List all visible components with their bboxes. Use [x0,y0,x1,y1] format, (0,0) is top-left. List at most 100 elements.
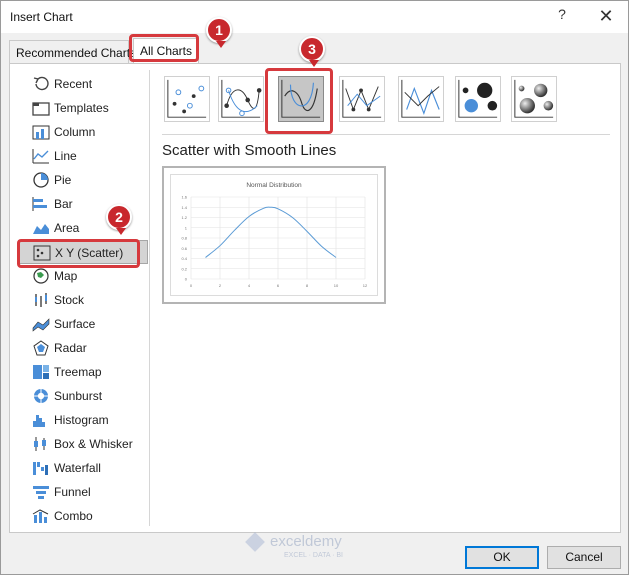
annotation-box-1 [129,34,199,62]
sidebar-item-label: Map [54,269,78,283]
funnel-chart-icon [32,484,50,500]
area-chart-icon [32,220,50,236]
chart-preview-inner: Normal Distribution 0 0.2 0.4 0.6 0.8 1 1.2 1.4 1… [170,174,378,296]
chart-type-sidebar: Recent Templates Column Line Pie Bar Area X Y (… [18,72,148,528]
sidebar-item-waterfall[interactable]: Waterfall [18,456,148,480]
stock-chart-icon [32,292,50,308]
sidebar-item-histogram[interactable]: Histogram [18,408,148,432]
subtype-button-scatter-straight-lines-markers[interactable] [339,76,385,122]
preview-x-tick-label: 10 [334,283,339,288]
subtype-button-bubble-3d[interactable] [511,76,557,122]
subtype-button-scatter-smooth-lines-markers[interactable] [218,76,264,122]
sidebar-item-label: Recent [54,77,93,91]
preview-y-tick-label: 0.8 [181,236,187,241]
preview-x-tick-label: 2 [219,283,222,288]
histogram-chart-icon [32,412,50,428]
preview-chart-title: Normal Distribution [246,182,302,189]
annotation-box-2 [17,239,140,268]
preview-series-line [205,206,337,258]
close-button[interactable]: ✕ [595,5,617,27]
line-chart-icon [32,148,50,164]
sidebar-item-column[interactable]: Column [18,120,148,144]
sidebar-item-funnel[interactable]: Funnel [18,480,148,504]
chart-gallery: Scatter with Smooth Lines Normal Distrib… [150,64,620,534]
bubble-icon [458,79,498,118]
subtype-button-bubble[interactable] [455,76,501,122]
sunburst-chart-icon [32,388,50,404]
bar-chart-icon [32,196,50,212]
sidebar-item-line[interactable]: Line [18,144,148,168]
templates-icon [32,100,50,116]
map-chart-icon [32,268,50,284]
sidebar-item-label: Stock [54,293,85,307]
preview-x-tick-label: 8 [306,283,309,288]
preview-y-tick-label: 0.2 [181,266,187,271]
annotation-box-3 [265,68,333,134]
surface-chart-icon [32,316,50,332]
sidebar-item-recent[interactable]: Recent [18,72,148,96]
preview-y-tick-label: 1.2 [181,215,187,220]
insert-chart-dialog: Insert Chart ? ✕ Recommended Charts All … [0,0,629,575]
annotation-badge-3: 3 [299,36,325,67]
scatter-markers-icon [167,79,207,118]
window-title: Insert Chart [10,10,73,24]
annotation-badge-2: 2 [106,204,132,235]
sidebar-item-label: Histogram [54,413,109,427]
preview-y-tick-label: 1.4 [181,205,187,210]
preview-y-tick-label: 0.4 [181,256,187,261]
scatter-straight-lines-markers-icon [342,79,382,118]
sidebar-item-label: Column [54,125,96,139]
waterfall-chart-icon [32,460,50,476]
column-chart-icon [32,124,50,140]
sidebar-item-label: Templates [54,101,109,115]
help-button[interactable]: ? [553,6,571,26]
preview-y-tick-label: 1 [185,225,188,230]
sidebar-item-pie[interactable]: Pie [18,168,148,192]
sidebar-item-label: Bar [54,197,73,211]
sidebar-item-sunburst[interactable]: Sunburst [18,384,148,408]
sidebar-item-radar[interactable]: Radar [18,336,148,360]
sidebar-item-label: Area [54,221,80,235]
recent-icon [32,76,50,92]
sidebar-item-stock[interactable]: Stock [18,288,148,312]
sidebar-item-label: Line [54,149,77,163]
sidebar-item-treemap[interactable]: Treemap [18,360,148,384]
sidebar-item-label: Funnel [54,485,91,499]
preview-chart: Normal Distribution 0 0.2 0.4 0.6 0.8 1 1.2 1.4 1… [181,182,368,288]
ok-button[interactable]: OK [465,546,539,569]
preview-x-tick-label: 12 [363,283,368,288]
sidebar-item-label: Combo [54,509,93,523]
annotation-badge-1: 1 [206,17,232,48]
box-whisker-chart-icon [32,436,50,452]
cancel-button[interactable]: Cancel [547,546,621,569]
sidebar-item-box-whisker[interactable]: Box & Whisker [18,432,148,456]
bubble-3d-icon [514,79,554,118]
watermark-brand: exceldemy [270,533,342,550]
preview-y-tick-label: 0 [185,277,188,282]
sidebar-item-combo[interactable]: Combo [18,504,148,528]
subtype-title: Scatter with Smooth Lines [162,142,337,159]
title-bar: Insert Chart ? ✕ [1,1,628,33]
gallery-divider [162,134,610,135]
preview-y-tick-label: 1.6 [181,195,187,200]
exceldemy-watermark: exceldemy EXCEL · DATA · BI [245,532,343,559]
scatter-straight-lines-icon [401,79,441,118]
sidebar-item-label: Box & Whisker [54,437,133,451]
sidebar-item-surface[interactable]: Surface [18,312,148,336]
preview-y-tick-label: 0.6 [181,246,187,251]
watermark-tagline: EXCEL · DATA · BI [284,552,343,559]
treemap-chart-icon [32,364,50,380]
tab-recommended-charts[interactable]: Recommended Charts [9,40,136,65]
sidebar-item-templates[interactable]: Templates [18,96,148,120]
sidebar-item-label: Radar [54,341,87,355]
radar-chart-icon [32,340,50,356]
combo-chart-icon [32,508,50,524]
preview-x-tick-label: 6 [277,283,280,288]
sidebar-item-label: Sunburst [54,389,103,403]
sidebar-item-label: Waterfall [54,461,101,475]
sidebar-item-label: Pie [54,173,72,187]
subtype-button-scatter-straight-lines[interactable] [398,76,444,122]
preview-x-tick-label: 0 [190,283,193,288]
subtype-button-scatter-markers[interactable] [164,76,210,122]
chart-preview[interactable]: Normal Distribution 0 0.2 0.4 0.6 0.8 1 1.2 1.4 1… [162,166,386,304]
